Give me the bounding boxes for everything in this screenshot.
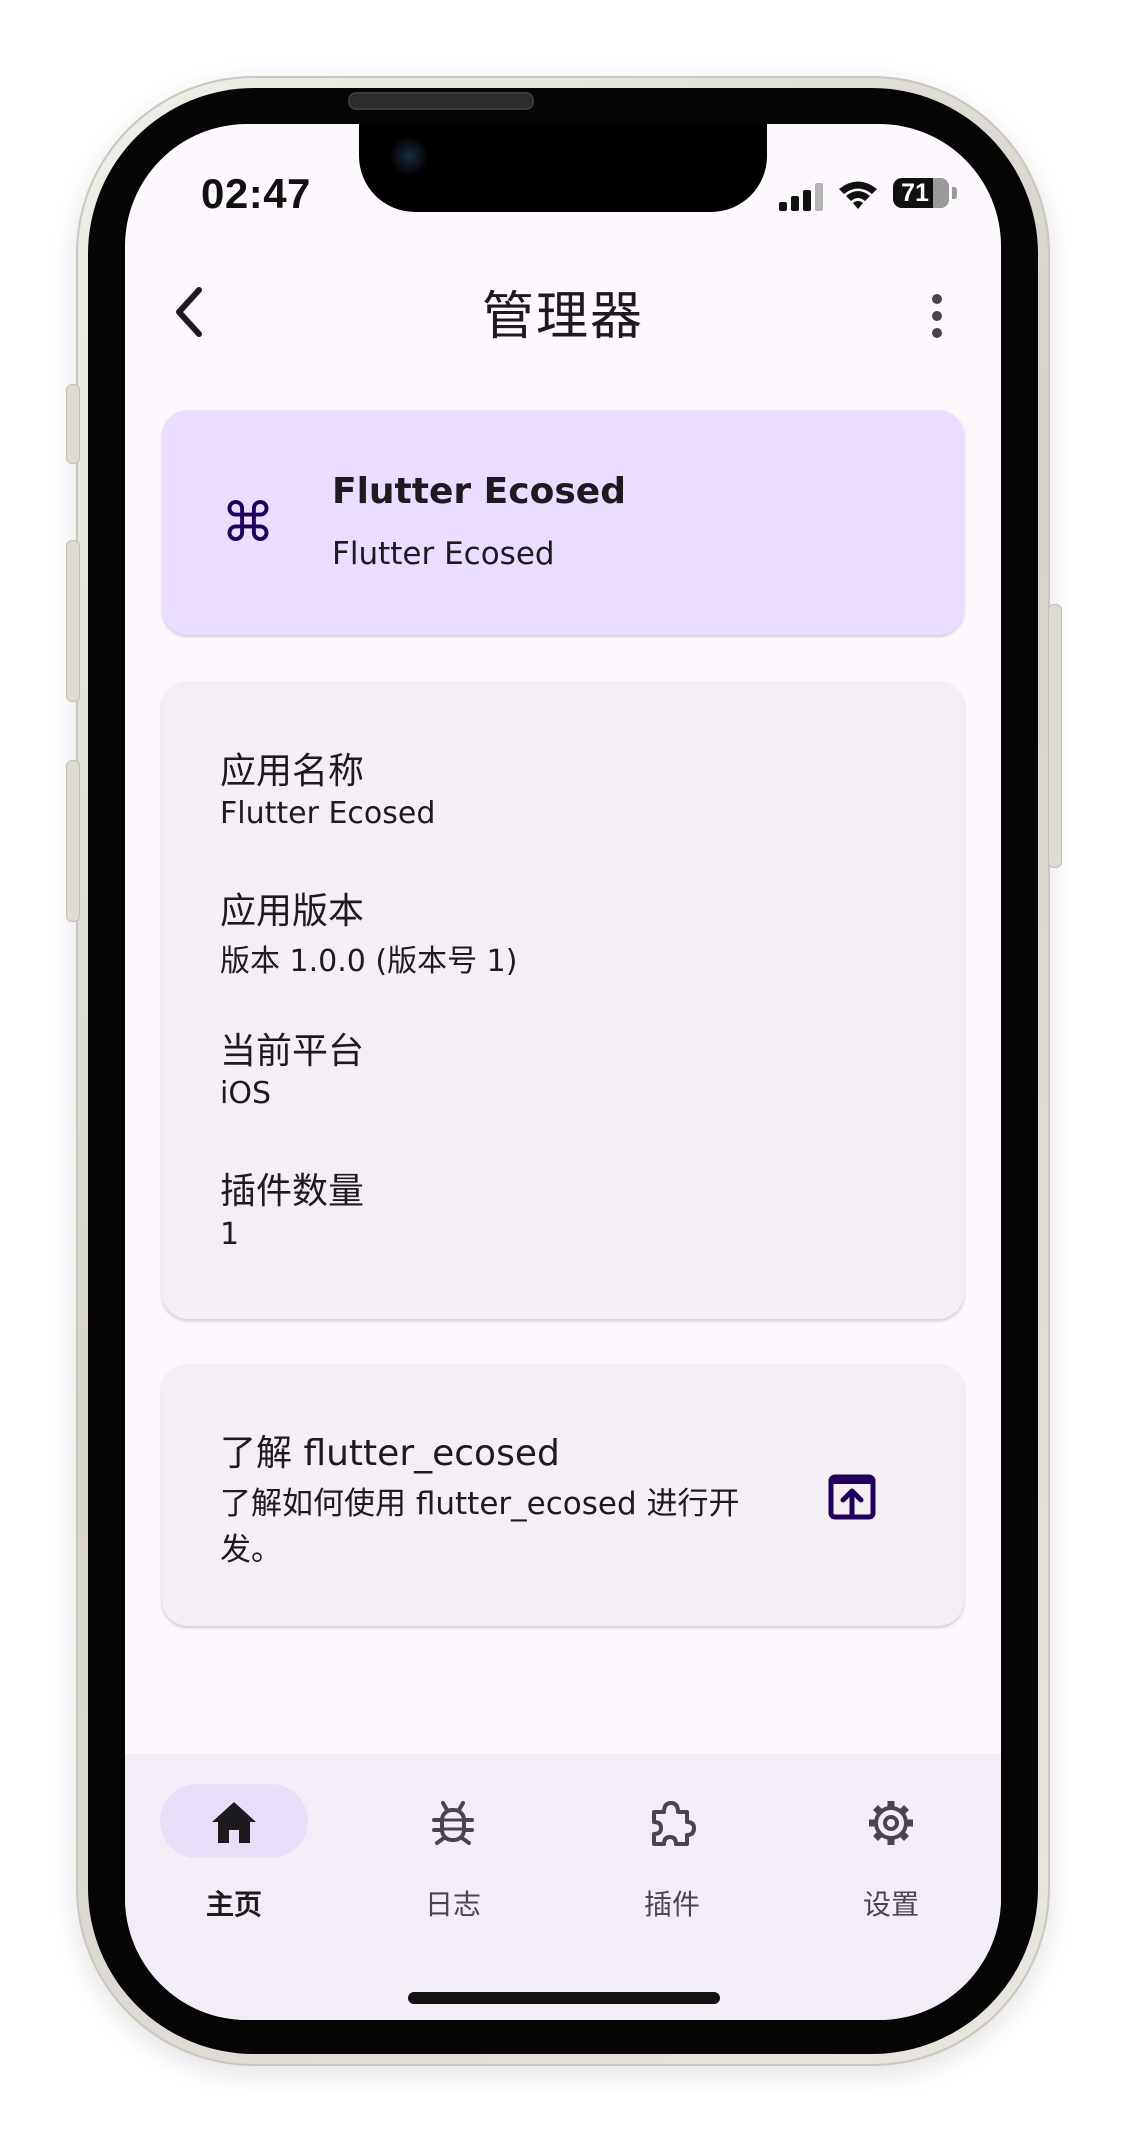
- open-in-browser-icon[interactable]: [825, 1470, 879, 1524]
- nav-item-logs[interactable]: 日志: [353, 1784, 553, 1934]
- status-time: 02:47: [201, 170, 311, 217]
- wifi-icon: [839, 181, 877, 209]
- nav-label-settings: 设置: [862, 1888, 919, 1921]
- app-summary-card[interactable]: [162, 410, 964, 635]
- home-icon: [212, 1802, 256, 1843]
- bug-icon: [432, 1801, 474, 1845]
- plugin-count-value: 1: [220, 1217, 240, 1252]
- settings-icon: [869, 1801, 913, 1845]
- app-summary-subtitle: Flutter Ecosed: [332, 536, 555, 572]
- power-button: [1048, 604, 1062, 868]
- volume-down-button: [66, 760, 80, 922]
- learn-more-title: 了解 flutter_ecosed: [220, 1433, 560, 1474]
- extension-icon: [652, 1801, 696, 1846]
- app-version-value: 版本 1.0.0 (版本号 1): [220, 944, 518, 979]
- front-camera: [389, 136, 429, 176]
- app-summary-title: Flutter Ecosed: [332, 471, 626, 512]
- nav-label-logs: 日志: [424, 1888, 481, 1921]
- earpiece-speaker: [348, 92, 534, 110]
- platform-label: 当前平台: [220, 1031, 365, 1072]
- nav-item-home[interactable]: 主页: [134, 1784, 334, 1934]
- page-title: 管理器: [481, 287, 644, 347]
- battery-level: 71: [901, 179, 929, 207]
- screen: 02:47 71 管理器 ⌘ Flutter Ecosed Flutter Ec…: [125, 124, 1001, 2020]
- home-indicator[interactable]: [408, 1992, 720, 2004]
- platform-value: iOS: [220, 1076, 271, 1111]
- app-name-value: Flutter Ecosed: [220, 796, 436, 831]
- more-vert-icon[interactable]: [925, 286, 949, 346]
- cellular-signal-icon: [779, 183, 823, 211]
- action-button: [66, 384, 80, 464]
- battery-icon: 71: [893, 178, 949, 208]
- learn-more-description: 了解如何使用 flutter_ecosed 进行开发。: [220, 1486, 740, 1568]
- nav-label-plugins: 插件: [643, 1888, 700, 1921]
- app-name-label: 应用名称: [220, 751, 365, 792]
- nav-item-plugins[interactable]: 插件: [572, 1784, 772, 1934]
- nav-label-home: 主页: [205, 1888, 262, 1921]
- command-icon: ⌘: [221, 491, 275, 554]
- battery-cap: [952, 187, 957, 199]
- plugin-count-label: 插件数量: [220, 1171, 365, 1212]
- app-version-label: 应用版本: [220, 891, 365, 932]
- volume-up-button: [66, 540, 80, 702]
- nav-item-settings[interactable]: 设置: [791, 1784, 991, 1934]
